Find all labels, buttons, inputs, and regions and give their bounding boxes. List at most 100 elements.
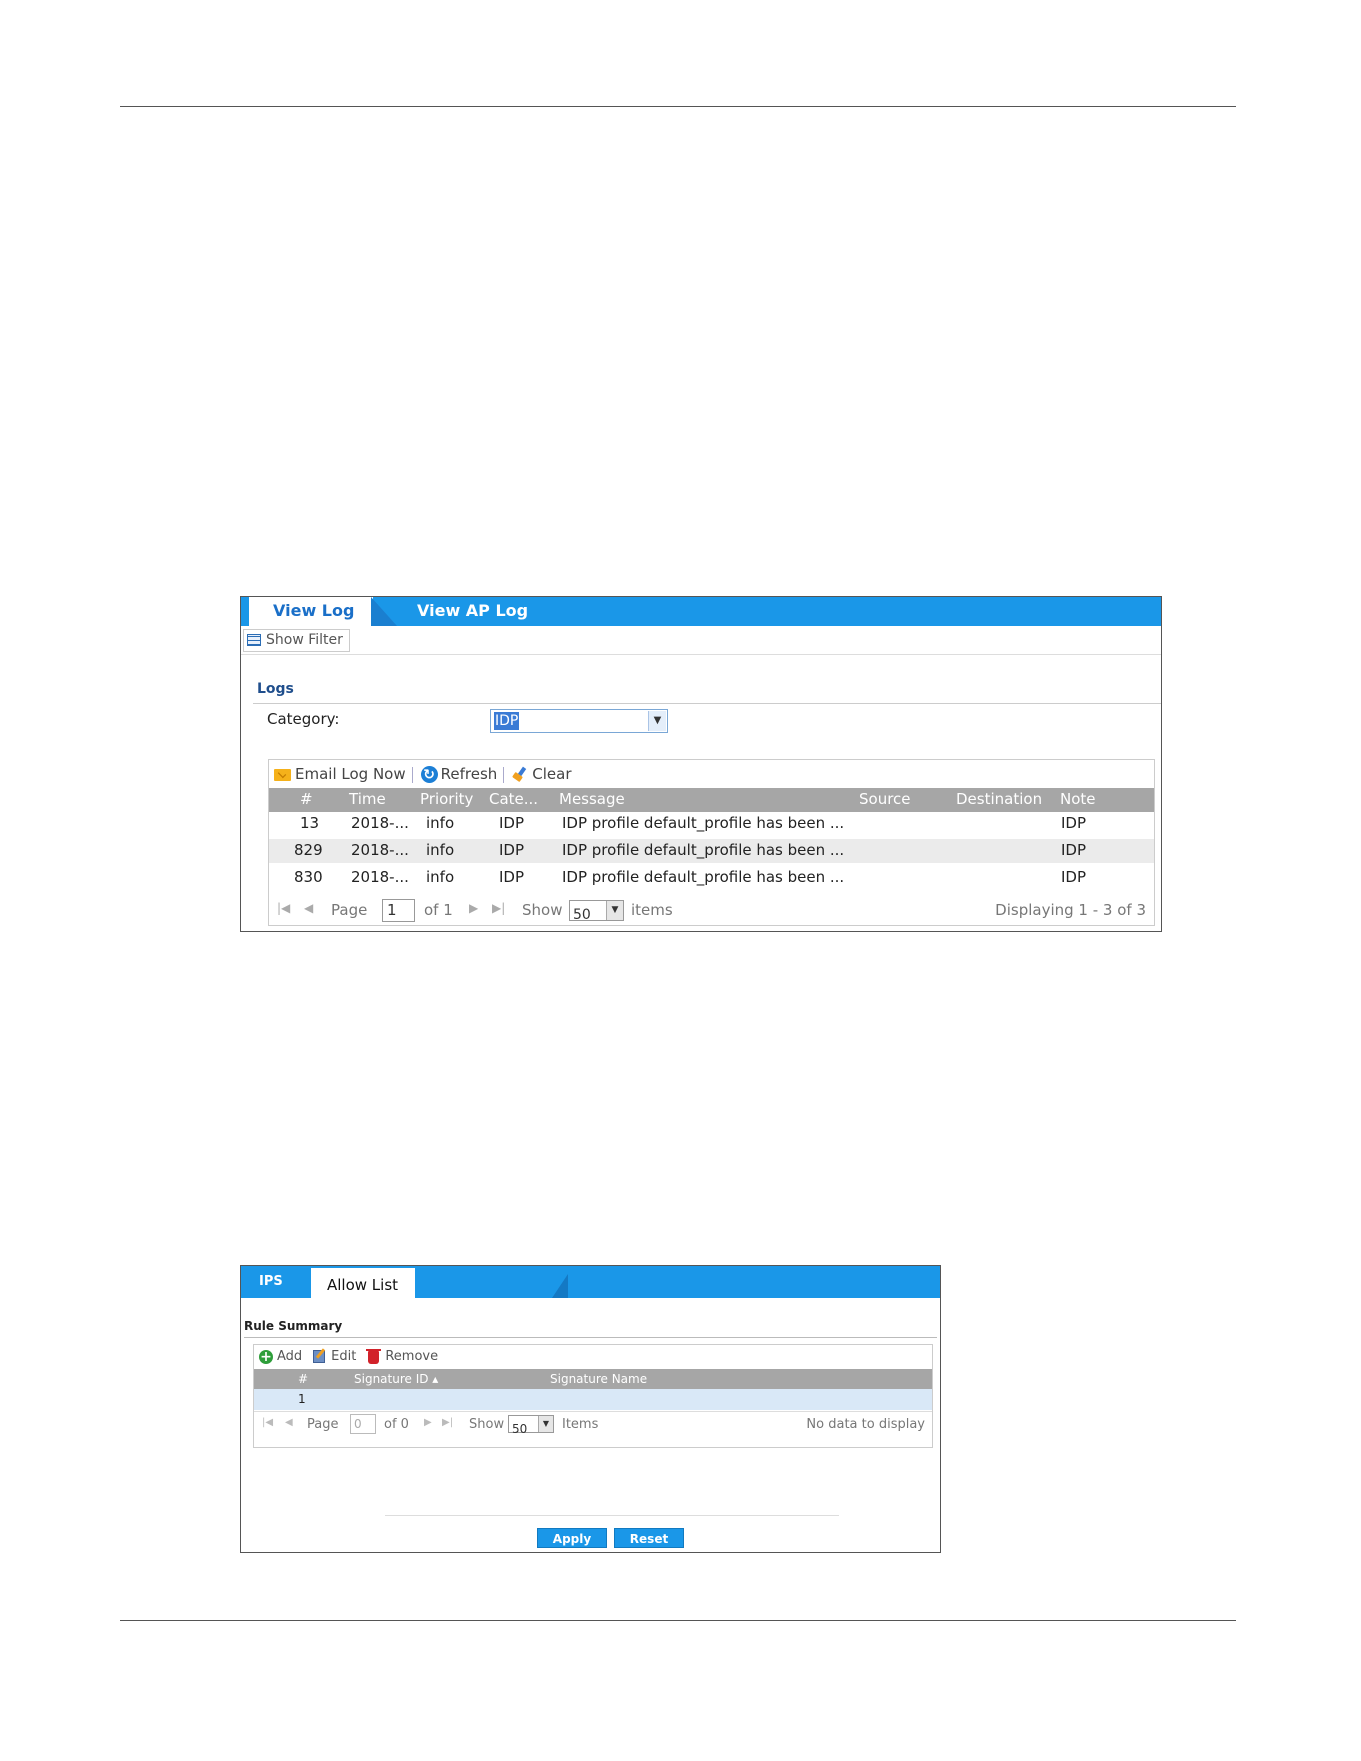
cell-category: IDP (499, 814, 525, 832)
page-top-rule (120, 106, 1236, 107)
divider (253, 703, 1161, 704)
tab-label: IPS (259, 1274, 283, 1289)
divider (241, 654, 1161, 655)
page-size-select[interactable]: 50 ▼ (508, 1415, 554, 1436)
page-bottom-rule (120, 1620, 1236, 1621)
add-label: Add (277, 1349, 303, 1364)
table-row[interactable]: 1 (254, 1389, 932, 1410)
page-number-input[interactable]: 0 (350, 1414, 376, 1434)
cell-number: 1 (298, 1392, 306, 1406)
clear-label: Clear (532, 765, 572, 783)
column-header-note[interactable]: Note (1060, 790, 1096, 808)
page-count-label: of 0 (384, 1417, 409, 1432)
column-header-number[interactable]: # (298, 1372, 308, 1386)
column-header-source[interactable]: Source (859, 790, 911, 808)
next-page-icon[interactable]: ▶ (424, 1417, 432, 1428)
cell-number: 830 (294, 868, 323, 886)
page-size-value: 50 (573, 907, 591, 923)
cell-note: IDP (1061, 868, 1087, 886)
broom-icon (512, 767, 528, 781)
add-button[interactable]: Add (258, 1347, 302, 1367)
view-log-screenshot: View Log View AP Log Show Filter Logs Ca… (240, 596, 1162, 932)
add-icon (259, 1347, 273, 1367)
tab-bar: IPS Allow List (241, 1266, 940, 1298)
column-header-time[interactable]: Time (349, 790, 386, 808)
items-label: items (631, 901, 673, 919)
cell-time: 2018-... (351, 868, 409, 886)
previous-page-icon[interactable]: ◀ (304, 901, 313, 915)
first-page-icon[interactable]: |◀ (277, 901, 290, 915)
page-size-select[interactable]: 50 ▼ (569, 900, 624, 923)
cell-note: IDP (1061, 814, 1087, 832)
filter-table-icon (247, 634, 261, 646)
tab-view-ap-log[interactable]: View AP Log (417, 601, 528, 620)
rule-toolbar: Add Edit Remove (258, 1347, 448, 1367)
column-header-signature-name[interactable]: Signature Name (550, 1372, 647, 1386)
refresh-button[interactable]: Refresh (419, 763, 498, 786)
cell-message: IDP profile default_profile has been ... (562, 841, 845, 859)
section-title: Rule Summary (244, 1319, 343, 1333)
cell-message: IDP profile default_profile has been ... (562, 814, 845, 832)
page-label: Page (307, 1417, 339, 1432)
cell-number: 13 (300, 814, 320, 832)
tab-bar-decoration (552, 1274, 568, 1298)
tab-label: View AP Log (417, 601, 529, 620)
tab-divider (371, 597, 397, 626)
cell-category: IDP (499, 868, 525, 886)
log-toolbar: Email Log Now Refresh Clear (273, 763, 578, 786)
show-filter-button[interactable]: Show Filter (243, 629, 350, 652)
email-log-now-label: Email Log Now (295, 765, 406, 783)
table-header: # Time Priority Cate... Message Source D… (269, 788, 1154, 812)
cell-priority: info (426, 868, 455, 886)
show-filter-label: Show Filter (266, 632, 343, 648)
column-header-signature-id[interactable]: Signature ID ▴ (354, 1372, 438, 1386)
category-select[interactable]: IDP ▼ (490, 709, 668, 733)
column-header-priority[interactable]: Priority (420, 790, 473, 808)
first-page-icon[interactable]: |◀ (262, 1417, 273, 1428)
tab-allow-list[interactable]: Allow List (311, 1268, 415, 1298)
section-title: Logs (257, 681, 294, 697)
pagination-bar: |◀ ◀ Page 1 of 1 ▶ ▶| Show 50 ▼ items Di… (269, 896, 1154, 924)
previous-page-icon[interactable]: ◀ (285, 1417, 293, 1428)
cell-time: 2018-... (351, 841, 409, 859)
page-count-label: of 1 (424, 901, 453, 919)
cell-time: 2018-... (351, 814, 409, 832)
chevron-down-icon[interactable]: ▼ (606, 901, 623, 920)
cell-category: IDP (499, 841, 525, 859)
table-row[interactable]: 830 2018-... info IDP IDP profile defaul… (269, 866, 1154, 890)
tab-ips[interactable]: IPS (259, 1274, 283, 1289)
clear-button[interactable]: Clear (510, 763, 571, 785)
tab-bar: View Log View AP Log (241, 597, 1161, 626)
refresh-icon (420, 764, 438, 786)
page-number-input[interactable]: 1 (382, 899, 415, 922)
edit-button[interactable]: Edit (312, 1347, 356, 1367)
items-label: Items (562, 1417, 599, 1432)
column-header-category[interactable]: Cate... (489, 790, 538, 808)
envelope-icon (274, 769, 291, 781)
column-header-number[interactable]: # (300, 790, 313, 808)
remove-button[interactable]: Remove (366, 1347, 438, 1367)
cell-message: IDP profile default_profile has been ... (562, 868, 845, 886)
toolbar-separator (411, 766, 413, 783)
chevron-down-icon[interactable]: ▼ (648, 711, 666, 731)
table-header: # Signature ID ▴ Signature Name (254, 1369, 932, 1389)
table-row[interactable]: 13 2018-... info IDP IDP profile default… (269, 812, 1154, 836)
last-page-icon[interactable]: ▶| (442, 1417, 453, 1428)
toolbar-separator (503, 766, 505, 783)
show-label: Show (522, 901, 563, 919)
chevron-down-icon[interactable]: ▼ (538, 1416, 553, 1432)
page-size-value: 50 (512, 1422, 528, 1436)
category-selected-value: IDP (494, 712, 520, 730)
tab-view-log[interactable]: View Log (245, 597, 373, 626)
table-row[interactable]: 829 2018-... info IDP IDP profile defaul… (269, 839, 1154, 863)
column-header-message[interactable]: Message (559, 790, 625, 808)
column-header-destination[interactable]: Destination (956, 790, 1042, 808)
email-log-now-button[interactable]: Email Log Now (273, 763, 406, 785)
apply-button[interactable]: Apply (537, 1528, 607, 1548)
cell-priority: info (426, 814, 455, 832)
tab-label: Allow List (327, 1276, 399, 1294)
reset-button[interactable]: Reset (614, 1528, 684, 1548)
refresh-label: Refresh (440, 765, 498, 783)
last-page-icon[interactable]: ▶| (492, 901, 505, 915)
next-page-icon[interactable]: ▶ (469, 901, 478, 915)
